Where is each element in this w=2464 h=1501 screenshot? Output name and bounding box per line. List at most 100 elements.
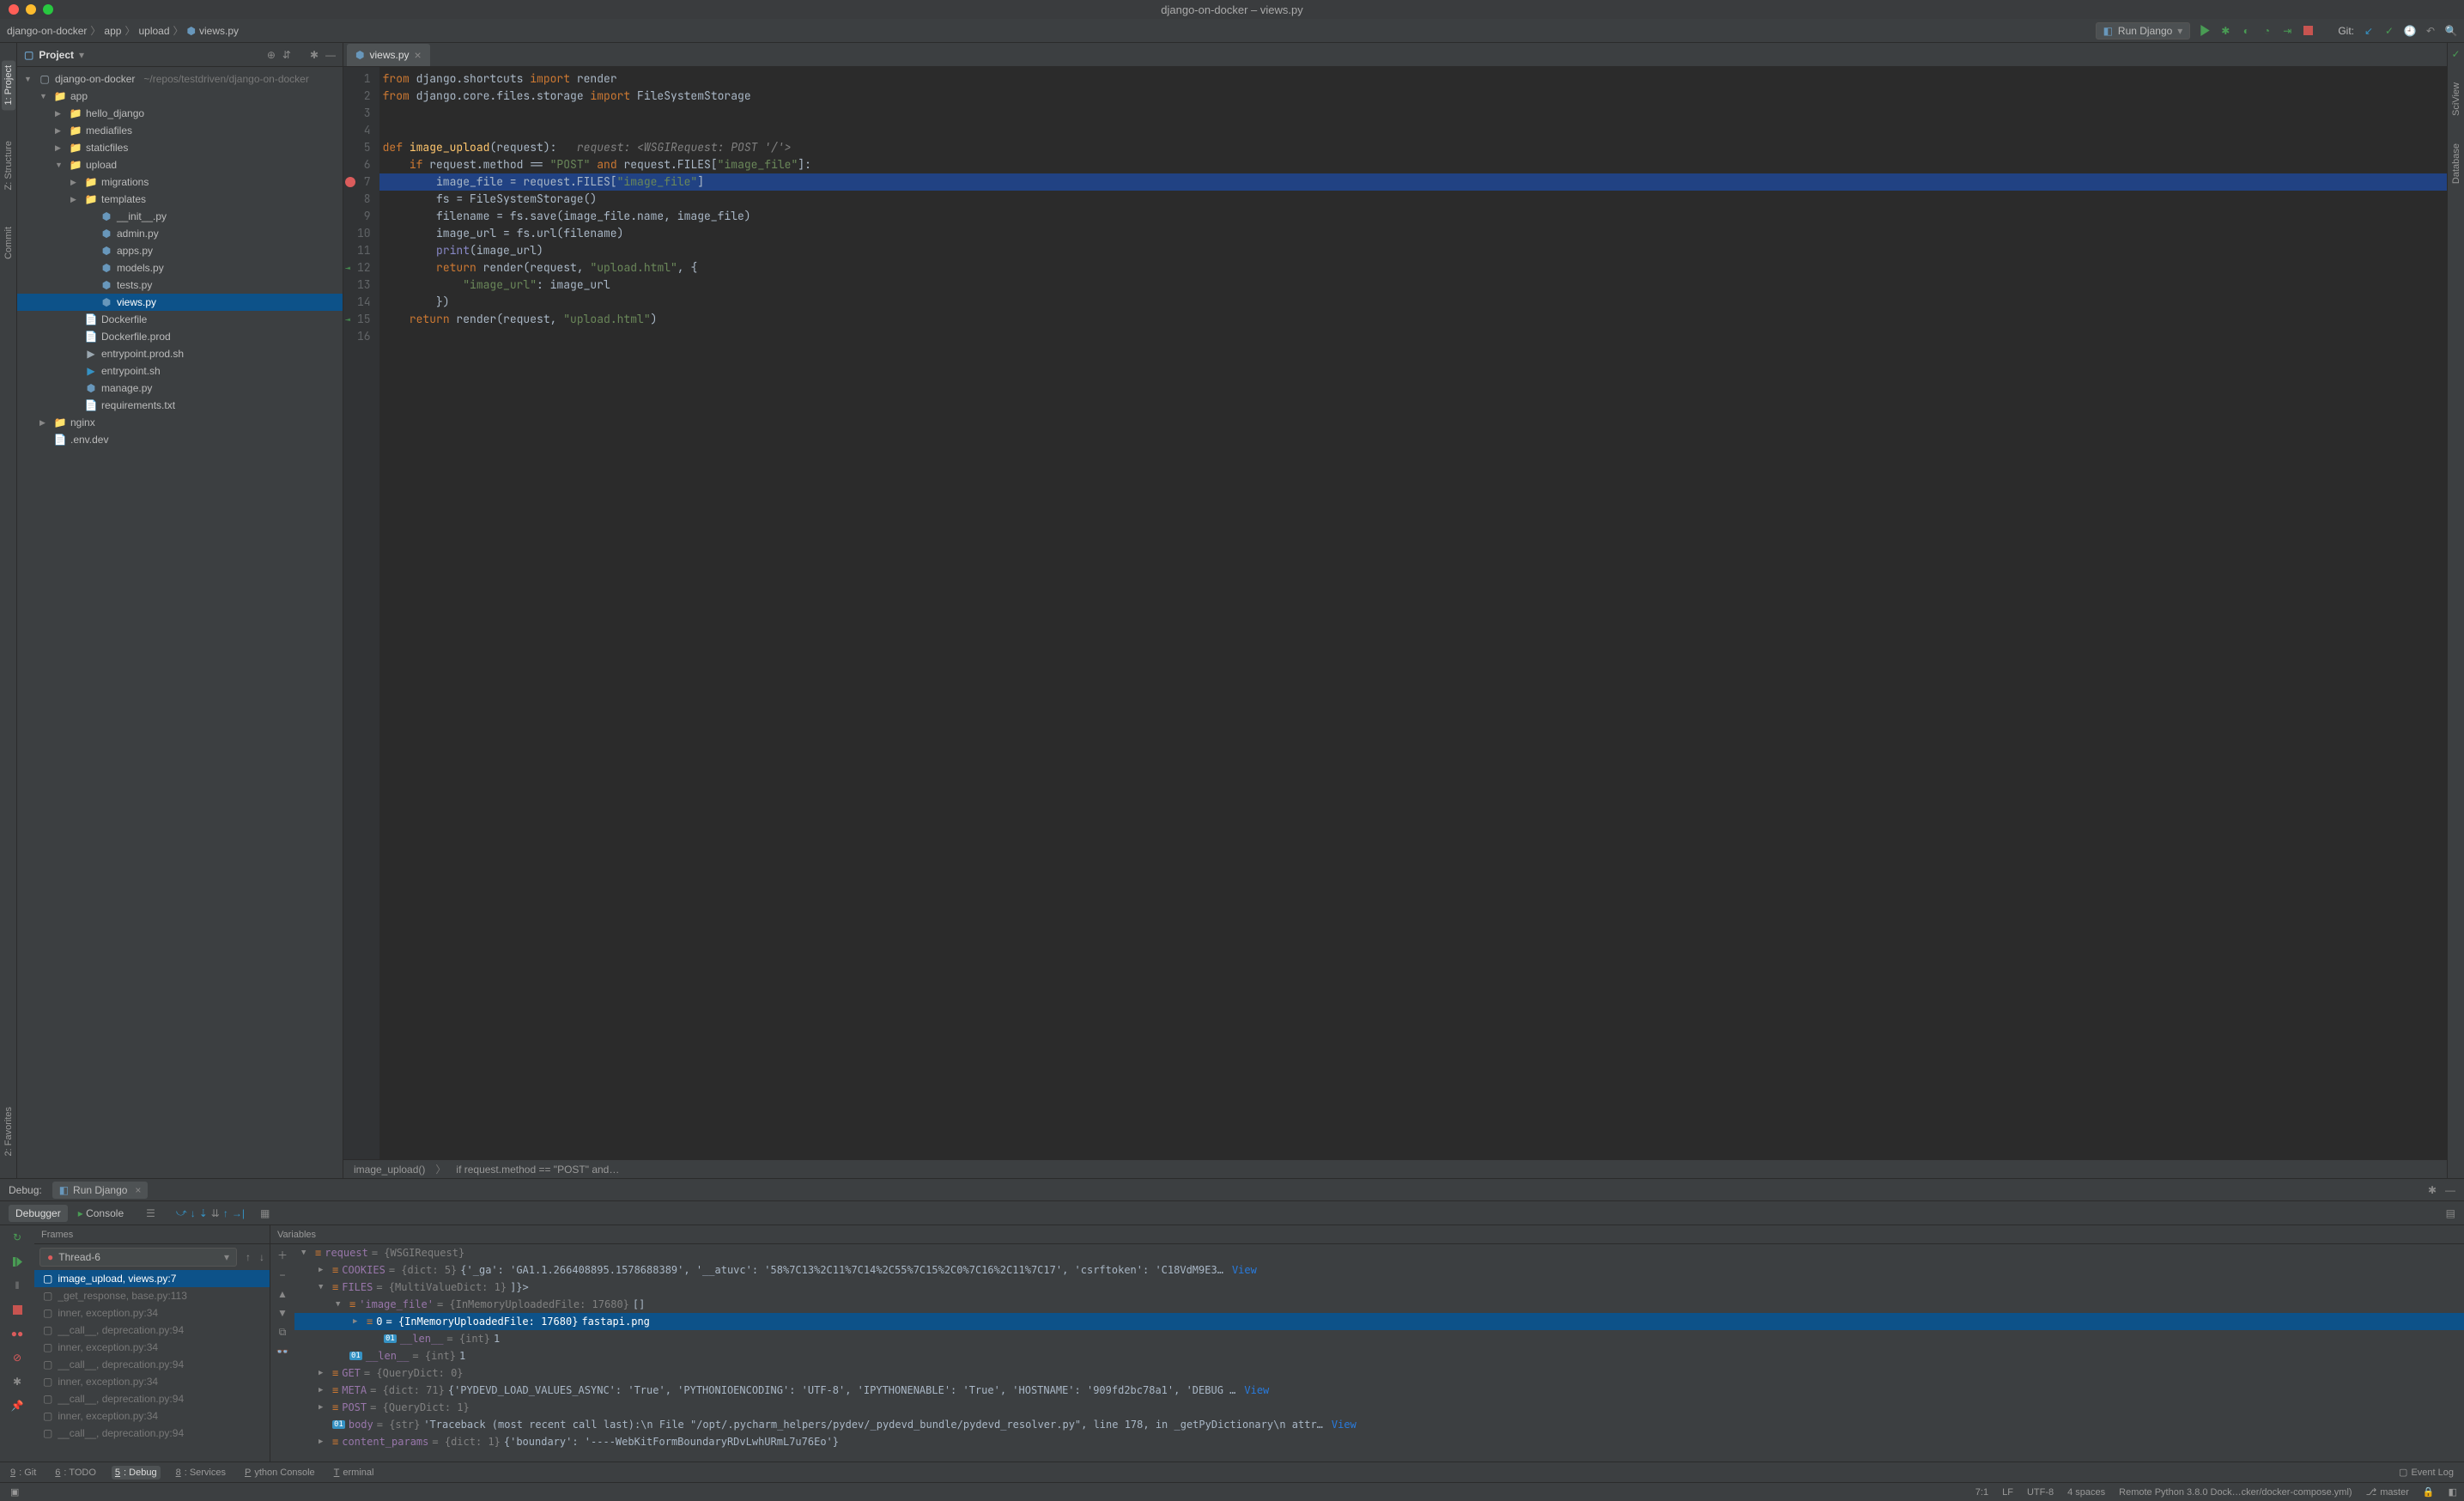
variable-row[interactable]: ▼≡ 'image_file' = {InMemoryUploadedFile:…: [294, 1296, 2464, 1313]
git-update-icon[interactable]: ↙: [2363, 25, 2375, 37]
debug-config-tab[interactable]: ◧Run Django×: [52, 1182, 149, 1199]
structure-tool-tab[interactable]: Z: Structure: [2, 136, 15, 195]
bottom-tab[interactable]: 5: Debug: [112, 1466, 161, 1480]
up-watch-icon[interactable]: ▲: [277, 1288, 288, 1300]
run-icon[interactable]: [2199, 25, 2211, 37]
event-log-button[interactable]: ▢ Event Log: [2395, 1465, 2457, 1480]
tree-row[interactable]: ▶📁templates: [17, 191, 343, 208]
tree-row[interactable]: ⬢__init__.py: [17, 208, 343, 225]
tree-row[interactable]: ▶📁staticfiles: [17, 139, 343, 156]
stop-icon[interactable]: [2302, 25, 2314, 37]
maximize-window-button[interactable]: [43, 4, 53, 15]
frame-row[interactable]: ▢__call__, deprecation.py:94: [34, 1425, 270, 1442]
project-tool-tab[interactable]: 1: Project: [2, 60, 15, 110]
git-commit-icon[interactable]: ✓: [2383, 25, 2395, 37]
pause-icon[interactable]: ‖: [9, 1277, 26, 1294]
frame-row[interactable]: ▢inner, exception.py:34: [34, 1373, 270, 1390]
locate-icon[interactable]: ⊕: [267, 49, 276, 61]
frame-row[interactable]: ▢inner, exception.py:34: [34, 1339, 270, 1356]
tree-row[interactable]: ⬢views.py: [17, 294, 343, 311]
bottom-tab[interactable]: 8: Services: [173, 1466, 229, 1480]
variable-row[interactable]: 01 __len__ = {int} 1: [294, 1347, 2464, 1364]
git-history-icon[interactable]: 🕘: [2404, 25, 2416, 37]
tree-row[interactable]: ▶entrypoint.prod.sh: [17, 345, 343, 362]
frame-row[interactable]: ▢__call__, deprecation.py:94: [34, 1390, 270, 1407]
tree-row[interactable]: 📄requirements.txt: [17, 397, 343, 414]
hide-icon[interactable]: —: [325, 49, 336, 61]
tool-windows-icon[interactable]: ▣: [10, 1486, 19, 1498]
commit-tool-tab[interactable]: Commit: [2, 222, 15, 264]
memory-icon[interactable]: ◧: [2449, 1486, 2457, 1498]
run-configuration-select[interactable]: ◧Run Django▾: [2096, 22, 2191, 40]
breadcrumb[interactable]: django-on-docker〉 app〉 upload〉 ⬢ views.p…: [7, 23, 239, 38]
tree-row[interactable]: ▶📁nginx: [17, 414, 343, 431]
code-content[interactable]: from django.shortcuts import renderfrom …: [379, 67, 2447, 1159]
database-tool-tab[interactable]: Database: [2449, 138, 2463, 189]
lock-icon[interactable]: 🔒: [2423, 1486, 2435, 1498]
caret-position[interactable]: 7:1: [1975, 1487, 1988, 1498]
debug-hide-icon[interactable]: —: [2445, 1184, 2455, 1196]
variables-tree[interactable]: ▼≡ request = {WSGIRequest} ▶≡ COOKIES = …: [294, 1244, 2464, 1462]
step-over-icon[interactable]: ⤻: [176, 1206, 187, 1219]
tree-row[interactable]: ▼▢django-on-docker~/repos/testdriven/dja…: [17, 70, 343, 88]
variable-row[interactable]: ▼≡ request = {WSGIRequest}: [294, 1244, 2464, 1261]
sciview-tool-tab[interactable]: SciView: [2449, 77, 2463, 121]
frame-row[interactable]: ▢_get_response, base.py:113: [34, 1287, 270, 1304]
tree-row[interactable]: ▶entrypoint.sh: [17, 362, 343, 380]
view-breakpoints-icon[interactable]: ●●: [9, 1325, 26, 1342]
coverage-icon[interactable]: ◐: [2240, 25, 2252, 37]
frame-row[interactable]: ▢inner, exception.py:34: [34, 1304, 270, 1322]
rerun-icon[interactable]: ↻: [9, 1229, 26, 1246]
settings-icon[interactable]: ✱: [310, 49, 319, 61]
bottom-tab[interactable]: 9: Git: [7, 1466, 39, 1480]
expand-all-icon[interactable]: ⇵: [282, 49, 291, 61]
variable-row[interactable]: ▶≡ 0 = {InMemoryUploadedFile: 17680} fas…: [294, 1313, 2464, 1330]
minimize-window-button[interactable]: [26, 4, 36, 15]
tree-row[interactable]: ▶📁migrations: [17, 173, 343, 191]
bottom-tab[interactable]: 6: TODO: [52, 1466, 100, 1480]
favorites-tool-tab[interactable]: 2: Favorites: [2, 1102, 15, 1161]
add-watch-icon[interactable]: ＋: [277, 1248, 288, 1262]
code-breadcrumb[interactable]: image_upload()〉 if request.method == "PO…: [343, 1159, 2447, 1178]
layout-icon[interactable]: ☰: [146, 1207, 155, 1219]
watches-icon[interactable]: 👓: [276, 1346, 289, 1358]
tree-row[interactable]: ▼📁upload: [17, 156, 343, 173]
next-frame-icon[interactable]: ↓: [254, 1251, 270, 1263]
close-window-button[interactable]: [9, 4, 19, 15]
frame-row[interactable]: ▢inner, exception.py:34: [34, 1407, 270, 1425]
line-separator[interactable]: LF: [2002, 1487, 2013, 1498]
resume-icon[interactable]: [9, 1253, 26, 1270]
tree-row[interactable]: ⬢apps.py: [17, 242, 343, 259]
tree-row[interactable]: ▼📁app: [17, 88, 343, 105]
tree-row[interactable]: ▶📁mediafiles: [17, 122, 343, 139]
frame-row[interactable]: ▢image_upload, views.py:7: [34, 1270, 270, 1287]
search-everywhere-icon[interactable]: 🔍: [2445, 25, 2457, 37]
editor-gutter[interactable]: ⇥⇥ 12345678910111213141516: [343, 67, 379, 1159]
variable-row[interactable]: ▶≡ META = {dict: 71} {'PYDEVD_LOAD_VALUE…: [294, 1382, 2464, 1399]
variable-row[interactable]: ▶≡ COOKIES = {dict: 5} {'_ga': 'GA1.1.26…: [294, 1261, 2464, 1279]
prev-frame-icon[interactable]: ↑: [242, 1251, 254, 1263]
force-step-icon[interactable]: ⇊: [211, 1207, 220, 1219]
frame-row[interactable]: ▢__call__, deprecation.py:94: [34, 1356, 270, 1373]
variable-row[interactable]: ▶≡ content_params = {dict: 1} {'boundary…: [294, 1433, 2464, 1450]
project-tree[interactable]: ▼▢django-on-docker~/repos/testdriven/dja…: [17, 67, 343, 1178]
attach-icon[interactable]: ⇥: [2281, 25, 2293, 37]
project-panel-title[interactable]: ▢Project▾: [24, 49, 84, 61]
variable-row[interactable]: ▶≡ POST = {QueryDict: 1}: [294, 1399, 2464, 1416]
tree-row[interactable]: ⬢admin.py: [17, 225, 343, 242]
tree-row[interactable]: ▶📁hello_django: [17, 105, 343, 122]
frames-list[interactable]: ▢image_upload, views.py:7▢_get_response,…: [34, 1270, 270, 1462]
git-revert-icon[interactable]: ↶: [2425, 25, 2437, 37]
tree-row[interactable]: 📄Dockerfile: [17, 311, 343, 328]
tree-row[interactable]: ⬢models.py: [17, 259, 343, 276]
git-branch[interactable]: ⎇ master: [2366, 1486, 2409, 1498]
variable-row[interactable]: ▶≡ GET = {QueryDict: 0}: [294, 1364, 2464, 1382]
stop-debug-icon[interactable]: [9, 1301, 26, 1318]
encoding[interactable]: UTF-8: [2027, 1487, 2054, 1498]
editor-body[interactable]: ⇥⇥ 12345678910111213141516 from django.s…: [343, 67, 2447, 1159]
debugger-tab[interactable]: Debugger: [9, 1205, 68, 1222]
step-into-my-icon[interactable]: ⇣: [199, 1207, 208, 1219]
tree-row[interactable]: ⬢manage.py: [17, 380, 343, 397]
console-tab[interactable]: ▸ Console: [71, 1205, 130, 1222]
tree-row[interactable]: 📄.env.dev: [17, 431, 343, 448]
